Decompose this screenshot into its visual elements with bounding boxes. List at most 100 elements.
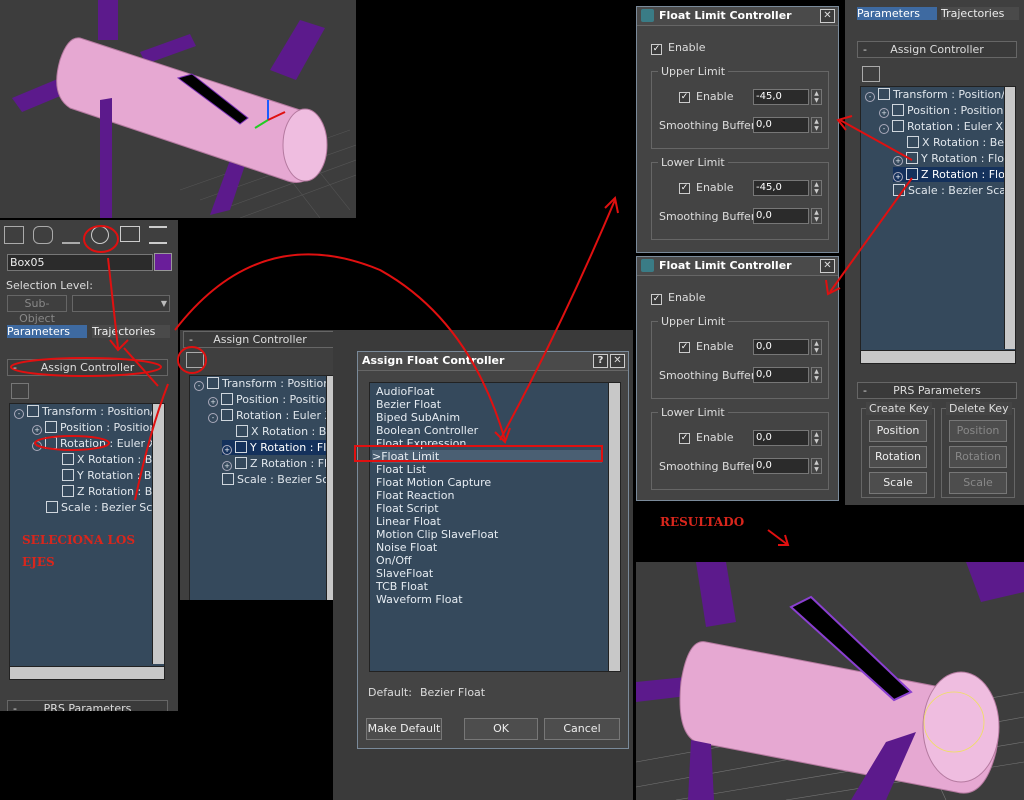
tab-parameters[interactable]: Parameters — [7, 325, 87, 338]
tree-row[interactable]: + Y Rotation : Flo — [893, 151, 1004, 166]
object-name-field[interactable]: Box05 — [7, 254, 153, 271]
tree-row[interactable]: - Transform : Position/R — [194, 376, 337, 391]
controller-list-item[interactable]: Boolean Controller — [376, 424, 478, 437]
viewport-result[interactable] — [636, 562, 1024, 800]
controller-tree-middle[interactable]: - Transform : Position/R + Position : Posi… — [189, 375, 338, 600]
controller-list[interactable]: AudioFloat Bezier Float Biped SubAnim Boole… — [369, 382, 621, 672]
controller-list-item[interactable]: TCB Float — [376, 580, 428, 593]
tab-trajectories[interactable]: Trajectories — [92, 325, 170, 338]
tree-row[interactable]: X Rotation : Be — [907, 135, 1004, 150]
tree-row[interactable]: - Transform : Position/R — [14, 404, 162, 419]
controller-list-item[interactable]: Noise Float — [376, 541, 437, 554]
tree-row[interactable]: - Rotation : Euler X — [879, 119, 1003, 134]
hierarchy-tab-icon[interactable] — [62, 226, 80, 244]
tree-row[interactable]: + Position : Position — [208, 392, 332, 407]
close-button[interactable]: ✕ — [820, 9, 835, 23]
enable-checkbox[interactable]: ✓ — [651, 44, 662, 55]
subobject-dropdown[interactable]: ▼ — [72, 295, 170, 312]
tree-row[interactable]: Y Rotation : Be — [62, 468, 158, 483]
controller-list-item[interactable]: Float Reaction — [376, 489, 454, 502]
list-vscroll[interactable] — [608, 383, 620, 671]
upper-limit-spinner-arrows[interactable]: ▲ ▼ — [811, 89, 822, 105]
help-button[interactable]: ? — [593, 354, 608, 368]
controller-tree-right[interactable]: - Transform : Position/R + Position : Posi… — [860, 86, 1016, 364]
tree-row[interactable]: X Rotation : Be — [62, 452, 159, 467]
create-position-button[interactable]: Position — [869, 420, 927, 442]
prs-parameters-rollout-header[interactable]: - PRS Parameters — [857, 382, 1017, 399]
lower-limit-spinner-arrows[interactable]: ▲ ▼ — [811, 180, 822, 196]
subobject-button[interactable]: Sub-Object — [7, 295, 67, 325]
tree-row[interactable]: - Rotation : Euler X — [32, 436, 156, 451]
lower-smoothing-arrows[interactable]: ▲ ▼ — [811, 458, 822, 474]
controller-list-item[interactable]: Waveform Float — [376, 593, 463, 606]
upper-enable-checkbox[interactable]: ✓ — [679, 342, 690, 353]
lower-enable-checkbox[interactable]: ✓ — [679, 433, 690, 444]
controller-list-item[interactable]: Float List — [376, 463, 426, 476]
controller-list-item[interactable]: Float Script — [376, 502, 439, 515]
utilities-tab-icon[interactable] — [149, 226, 167, 244]
controller-list-item[interactable]: Linear Float — [376, 515, 441, 528]
lower-limit-spinner[interactable]: -45,0 — [753, 180, 809, 196]
tree-vscroll[interactable] — [152, 404, 164, 664]
close-button[interactable]: ✕ — [820, 259, 835, 273]
tab-trajectories[interactable]: Trajectories — [941, 7, 1019, 20]
tree-row[interactable]: + Z Rotation : Flo — [893, 167, 1005, 182]
lower-enable-checkbox[interactable]: ✓ — [679, 183, 690, 194]
tree-hscroll[interactable] — [10, 666, 164, 679]
tree-row[interactable]: - Transform : Position/R — [865, 87, 1013, 102]
upper-smoothing-arrows[interactable]: ▲ ▼ — [811, 117, 822, 133]
lower-limit-spinner[interactable]: 0,0 — [753, 430, 809, 446]
display-tab-icon[interactable] — [120, 226, 140, 242]
controller-list-item[interactable]: AudioFloat — [376, 385, 434, 398]
upper-limit-spinner[interactable]: -45,0 — [753, 89, 809, 105]
cancel-button[interactable]: Cancel — [544, 718, 620, 740]
controller-list-item[interactable]: Bezier Float — [376, 398, 441, 411]
delete-rotation-button[interactable]: Rotation — [949, 446, 1007, 468]
tree-row[interactable]: + Position : Position — [879, 103, 1003, 118]
object-color-swatch[interactable] — [154, 253, 172, 271]
ok-button[interactable]: OK — [464, 718, 538, 740]
tree-row[interactable]: X Rotation : Be — [236, 424, 333, 439]
tree-vscroll[interactable] — [1004, 87, 1015, 349]
create-rotation-button[interactable]: Rotation — [869, 446, 927, 468]
prs-parameters-rollout-header[interactable]: - PRS Parameters — [7, 700, 168, 711]
modify-tab-icon[interactable] — [33, 226, 53, 244]
lower-smoothing-spinner[interactable]: 0,0 — [753, 208, 809, 224]
create-scale-button[interactable]: Scale — [869, 472, 927, 494]
tree-row[interactable]: + Y Rotation : Flo — [222, 440, 334, 455]
tree-row[interactable]: Z Rotation : Be — [62, 484, 159, 499]
upper-enable-checkbox[interactable]: ✓ — [679, 92, 690, 103]
tree-row[interactable]: Scale : Bezier Sca — [222, 472, 335, 487]
upper-smoothing-spinner[interactable]: 0,0 — [753, 367, 809, 383]
lower-smoothing-spinner[interactable]: 0,0 — [753, 458, 809, 474]
lower-limit-spinner-arrows[interactable]: ▲ ▼ — [811, 430, 822, 446]
enable-checkbox[interactable]: ✓ — [651, 294, 662, 305]
assign-controller-rollout-header[interactable]: - Assign Controller — [183, 331, 337, 348]
assign-controller-rollout-header[interactable]: - Assign Controller — [857, 41, 1017, 58]
motion-tab-icon[interactable] — [91, 226, 109, 244]
close-button[interactable]: ✕ — [610, 354, 625, 368]
tree-row[interactable]: + Position : Position — [32, 420, 156, 435]
tree-row[interactable]: Scale : Bezier Sca — [893, 183, 1006, 198]
upper-smoothing-spinner[interactable]: 0,0 — [753, 117, 809, 133]
tree-row[interactable]: Scale : Bezier Sca — [46, 500, 159, 515]
delete-position-button[interactable]: Position — [949, 420, 1007, 442]
controller-list-item[interactable]: Float Expression — [376, 437, 466, 450]
controller-list-item[interactable]: Biped SubAnim — [376, 411, 460, 424]
controller-list-item[interactable]: Motion Clip SlaveFloat — [376, 528, 498, 541]
tree-row[interactable]: + Z Rotation : Flo — [222, 456, 334, 471]
assign-controller-icon[interactable] — [862, 66, 880, 82]
assign-controller-rollout-header[interactable]: - Assign Controller — [7, 359, 168, 376]
viewport-top[interactable] — [0, 0, 356, 218]
controller-list-item[interactable]: Float Motion Capture — [376, 476, 491, 489]
upper-limit-spinner[interactable]: 0,0 — [753, 339, 809, 355]
tree-row[interactable]: - Rotation : Euler X — [208, 408, 332, 423]
tab-parameters[interactable]: Parameters — [857, 7, 937, 20]
lower-smoothing-arrows[interactable]: ▲ ▼ — [811, 208, 822, 224]
upper-smoothing-arrows[interactable]: ▲ ▼ — [811, 367, 822, 383]
delete-scale-button[interactable]: Scale — [949, 472, 1007, 494]
assign-controller-icon[interactable] — [186, 352, 204, 368]
controller-list-item[interactable]: On/Off — [376, 554, 412, 567]
tree-hscroll[interactable] — [861, 350, 1015, 363]
upper-limit-spinner-arrows[interactable]: ▲ ▼ — [811, 339, 822, 355]
